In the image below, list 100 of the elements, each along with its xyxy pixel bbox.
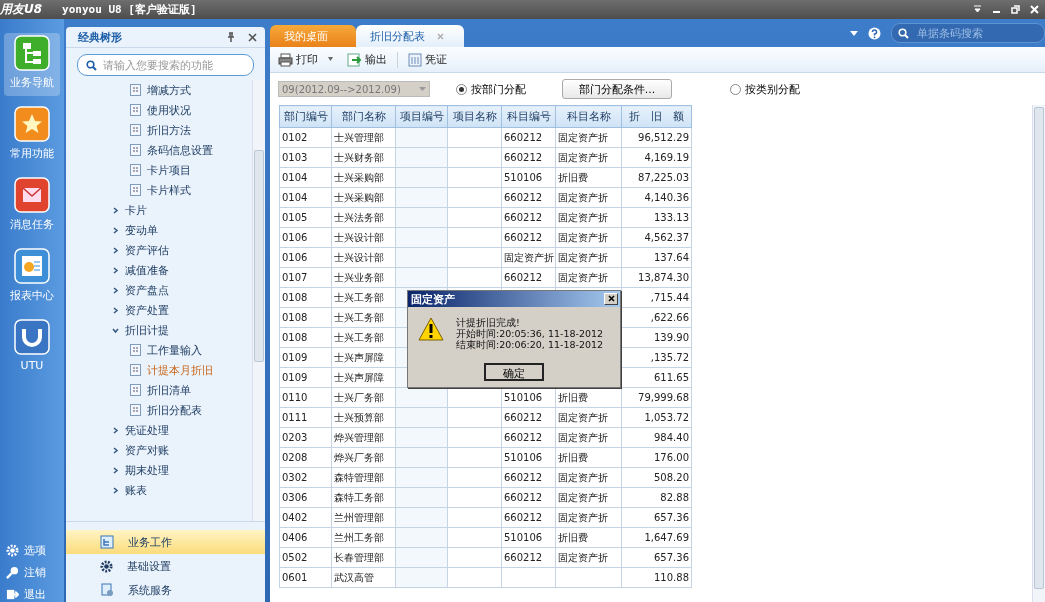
column-header[interactable]: 科目编号 bbox=[501, 105, 556, 128]
section-item[interactable]: 系统服务 bbox=[66, 578, 265, 602]
tree-item[interactable]: 资产处置 bbox=[66, 300, 252, 320]
app-logo: 用友U8 bbox=[0, 1, 43, 18]
report-icon bbox=[14, 248, 50, 284]
tree-item[interactable]: 账表 bbox=[66, 480, 252, 500]
chevron-right-icon[interactable] bbox=[112, 466, 119, 474]
close-icon[interactable] bbox=[248, 32, 257, 42]
search-input[interactable]: 请输入您要搜索的功能 bbox=[101, 58, 245, 72]
toolbar-button[interactable]: 凭证 bbox=[406, 52, 449, 67]
table-cell: 0502 bbox=[279, 547, 332, 568]
chevron-right-icon[interactable] bbox=[112, 446, 119, 454]
chevron-right-icon[interactable] bbox=[112, 246, 119, 254]
table-cell: 0109 bbox=[279, 367, 332, 388]
scrollbar[interactable] bbox=[1032, 105, 1045, 602]
export-document-icon bbox=[347, 52, 362, 67]
chevron-right-icon[interactable] bbox=[112, 206, 119, 214]
chevron-right-icon[interactable] bbox=[112, 226, 119, 234]
tree-item[interactable]: 变动单 bbox=[66, 220, 252, 240]
radio-button[interactable] bbox=[456, 83, 467, 95]
tree-item[interactable]: 折旧分配表 bbox=[66, 400, 252, 420]
column-header[interactable]: 部门名称 bbox=[331, 105, 396, 128]
tree-item[interactable]: 凭证处理 bbox=[66, 420, 252, 440]
toolbar-button[interactable]: 输出 bbox=[345, 52, 389, 67]
condition-button[interactable]: 部门分配条件... bbox=[562, 79, 672, 99]
tree-item[interactable]: 折旧计提 bbox=[66, 320, 252, 340]
message-line: 计提折旧完成! bbox=[456, 317, 521, 328]
tree-item[interactable]: 使用状况 bbox=[66, 100, 252, 120]
column-header[interactable]: 部门编号 bbox=[279, 105, 332, 128]
tree-item[interactable]: 资产评估 bbox=[66, 240, 252, 260]
document-icon bbox=[130, 84, 141, 96]
table-cell: 0208 bbox=[279, 447, 332, 468]
ok-button[interactable]: 确定 bbox=[484, 363, 544, 381]
table-cell: 0601 bbox=[279, 567, 332, 588]
nav-item[interactable]: 消息任务 bbox=[4, 175, 60, 238]
tree-item[interactable]: 增减方式 bbox=[66, 80, 252, 100]
nav-item[interactable]: UTU bbox=[4, 317, 60, 378]
radio-button[interactable] bbox=[730, 83, 741, 95]
chevron-right-icon[interactable] bbox=[112, 426, 119, 434]
document-icon bbox=[130, 104, 141, 116]
document-icon bbox=[130, 144, 141, 156]
column-header[interactable]: 折 旧 额 bbox=[621, 105, 692, 128]
section-item[interactable]: 基础设置 bbox=[66, 554, 265, 578]
tree-item[interactable]: 折旧清单 bbox=[66, 380, 252, 400]
tree-item[interactable]: 工作量输入 bbox=[66, 340, 252, 360]
chevron-right-icon[interactable] bbox=[112, 266, 119, 274]
chevron-right-icon[interactable] bbox=[112, 286, 119, 294]
document-icon bbox=[130, 404, 141, 416]
close-icon bbox=[607, 295, 615, 302]
tree-item[interactable]: 卡片样式 bbox=[66, 180, 252, 200]
section-item[interactable]: 业务工作 bbox=[66, 530, 265, 554]
chevron-right-icon[interactable] bbox=[112, 486, 119, 494]
caret-icon bbox=[419, 87, 426, 91]
tree-item[interactable]: 计提本月折旧 bbox=[66, 360, 252, 380]
tree-window-icon bbox=[100, 535, 114, 549]
rail-link[interactable]: 注销 bbox=[6, 564, 64, 580]
pin-icon[interactable] bbox=[226, 32, 236, 42]
tree-item[interactable]: 资产对账 bbox=[66, 440, 252, 460]
table-cell: 0109 bbox=[279, 347, 332, 368]
scrollbar[interactable] bbox=[252, 80, 265, 521]
document-gear-icon bbox=[100, 583, 114, 597]
nav-item[interactable]: 常用功能 bbox=[4, 104, 60, 167]
close-button[interactable] bbox=[604, 293, 618, 305]
column-header[interactable]: 项目编号 bbox=[395, 105, 448, 128]
restore-icon[interactable] bbox=[1011, 5, 1020, 14]
table-cell: 0103 bbox=[279, 147, 332, 168]
tab[interactable]: 折旧分配表 bbox=[356, 25, 464, 47]
tree-item[interactable]: 条码信息设置 bbox=[66, 140, 252, 160]
search-input[interactable]: 单据条码搜索 bbox=[915, 26, 1019, 40]
toolbar-button[interactable]: 打印 bbox=[276, 52, 337, 67]
tree-item[interactable]: 折旧方法 bbox=[66, 120, 252, 140]
tree-item[interactable]: 期末处理 bbox=[66, 460, 252, 480]
tree-item[interactable]: 卡片 bbox=[66, 200, 252, 220]
radio-option[interactable]: 按部门分配 bbox=[456, 81, 526, 97]
column-header[interactable]: 项目名称 bbox=[447, 105, 502, 128]
document-icon bbox=[130, 364, 141, 376]
nav-item[interactable]: 报表中心 bbox=[4, 246, 60, 309]
caret-icon[interactable] bbox=[850, 30, 858, 36]
document-icon bbox=[130, 384, 141, 396]
folder-tree-icon bbox=[14, 35, 50, 71]
window-title: yonyou U8 [客户验证版] bbox=[62, 2, 197, 17]
rail-link[interactable]: 选项 bbox=[6, 542, 64, 558]
table-cell: 0106 bbox=[279, 247, 332, 268]
search-box[interactable]: 请输入您要搜索的功能 bbox=[77, 54, 254, 76]
column-header[interactable]: 科目名称 bbox=[555, 105, 622, 128]
table-cell: 0108 bbox=[279, 287, 332, 308]
rail-link[interactable]: 退出 bbox=[6, 586, 64, 602]
menu-icon[interactable] bbox=[973, 5, 982, 14]
chevron-right-icon[interactable] bbox=[112, 306, 119, 314]
dialog-title: 固定资产 bbox=[411, 291, 455, 307]
search-box[interactable]: 单据条码搜索 bbox=[891, 23, 1045, 43]
tree-item[interactable]: 资产盘点 bbox=[66, 280, 252, 300]
radio-option[interactable]: 按类别分配 bbox=[730, 81, 800, 97]
table-cell: 0406 bbox=[279, 527, 332, 548]
tree-item[interactable]: 减值准备 bbox=[66, 260, 252, 280]
help-icon[interactable] bbox=[868, 26, 881, 40]
table-cell: 0302 bbox=[279, 467, 332, 488]
tree-item[interactable]: 卡片项目 bbox=[66, 160, 252, 180]
caret-icon bbox=[326, 57, 335, 62]
chevron-down-icon[interactable] bbox=[112, 326, 119, 334]
